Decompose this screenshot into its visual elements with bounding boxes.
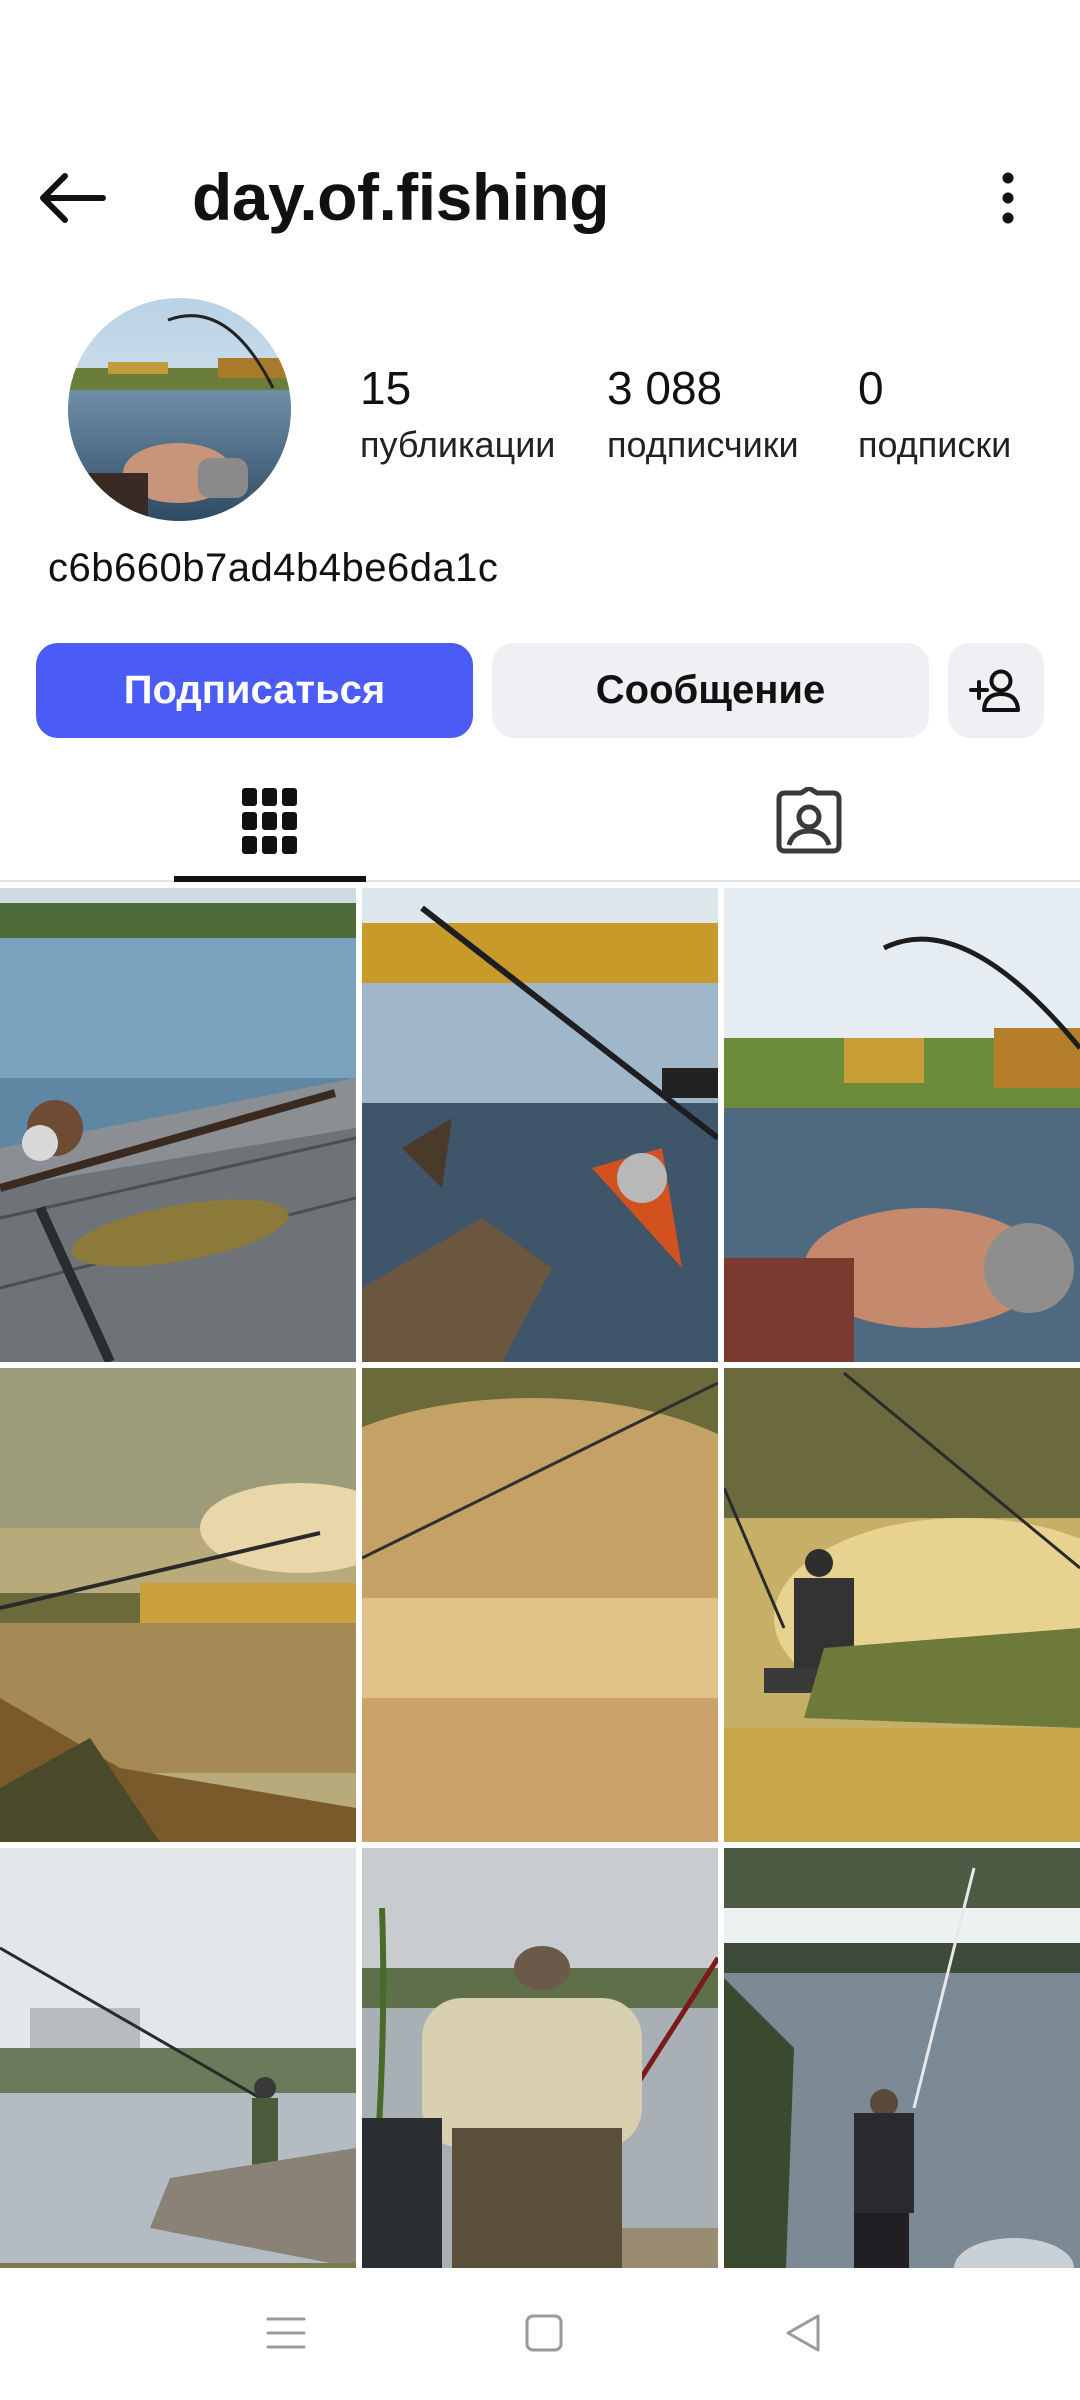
- more-vertical-icon: [1002, 172, 1014, 224]
- stat-followers-count: 3 088: [607, 362, 723, 414]
- add-user-icon: [969, 669, 1020, 712]
- post-image-angler-standing: [724, 1848, 1080, 2322]
- tab-posts-grid[interactable]: [174, 760, 366, 882]
- post-image-angler-silhouette: [724, 1368, 1080, 1842]
- avatar-image: [68, 298, 291, 521]
- post-image-misty-water: [362, 1368, 718, 1842]
- post-image-camo-chair: [362, 1848, 718, 2322]
- stat-following-count: 0: [858, 362, 884, 414]
- avatar[interactable]: [68, 298, 291, 521]
- stat-posts[interactable]: 15 публикации: [360, 360, 555, 470]
- tab-tagged[interactable]: [713, 760, 905, 882]
- stat-posts-label: публикации: [360, 424, 556, 465]
- menu-icon: [266, 2317, 306, 2349]
- home-square-icon: [525, 2314, 563, 2352]
- system-navigation-bar: [0, 2268, 1080, 2400]
- post-tile[interactable]: [724, 888, 1080, 1362]
- stat-posts-count: 15: [360, 362, 412, 414]
- nav-home-button[interactable]: [504, 2298, 584, 2368]
- post-image-river-sunset: [0, 1368, 356, 1842]
- add-user-button[interactable]: [948, 643, 1044, 738]
- more-options-button[interactable]: [980, 156, 1036, 240]
- post-image-city-shore: [0, 1848, 356, 2322]
- back-button[interactable]: [34, 160, 110, 236]
- post-image-hand-reel: [724, 888, 1080, 1362]
- profile-tabs: [0, 760, 1080, 882]
- page-title: day.of.fishing: [192, 160, 610, 234]
- profile-username: c6b660b7ad4b4be6da1c: [48, 546, 499, 590]
- stat-following[interactable]: 0 подписки: [858, 360, 1011, 470]
- nav-menu-button[interactable]: [246, 2298, 326, 2368]
- post-tile[interactable]: [362, 1848, 718, 2322]
- tagged-user-icon: [776, 787, 842, 854]
- arrow-left-icon: [40, 173, 106, 223]
- back-triangle-icon: [786, 2314, 820, 2352]
- stat-followers[interactable]: 3 088 подписчики: [607, 360, 799, 470]
- active-tab-indicator: [174, 876, 366, 882]
- post-tile[interactable]: [0, 1368, 356, 1842]
- grid-icon: [242, 788, 297, 854]
- post-tile[interactable]: [0, 888, 356, 1362]
- post-image-rod-lake: [362, 888, 718, 1362]
- nav-back-button[interactable]: [762, 2298, 842, 2368]
- post-tile[interactable]: [724, 1368, 1080, 1842]
- stat-followers-label: подписчики: [607, 424, 799, 465]
- post-tile[interactable]: [362, 1368, 718, 1842]
- post-tile[interactable]: [0, 1848, 356, 2322]
- post-tile[interactable]: [724, 1848, 1080, 2322]
- stat-following-label: подписки: [858, 424, 1012, 465]
- follow-button[interactable]: Подписаться: [36, 643, 473, 738]
- post-image-pike: [0, 888, 356, 1362]
- post-tile[interactable]: [362, 888, 718, 1362]
- profile-header: day.of.fishing: [0, 130, 1080, 260]
- message-button[interactable]: Сообщение: [492, 643, 929, 738]
